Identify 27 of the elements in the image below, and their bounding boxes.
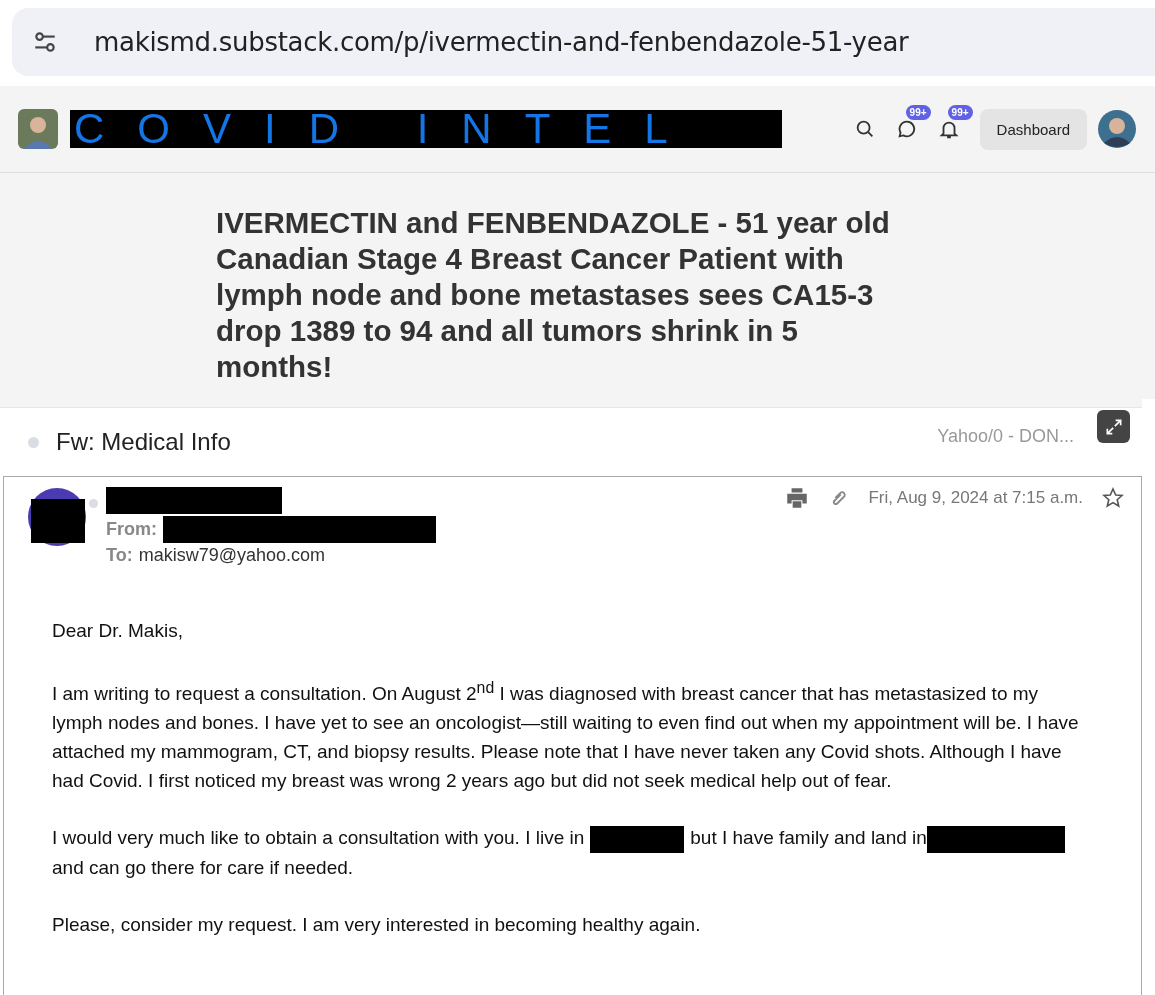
recipient-address: makisw79@yahoo.com <box>138 545 325 566</box>
expand-button[interactable] <box>1097 410 1130 443</box>
from-label: From: <box>106 519 157 540</box>
email-subject: Fw: Medical Info <box>56 428 231 456</box>
status-dot <box>89 499 98 508</box>
notification-badge: 99+ <box>947 105 973 120</box>
unread-dot <box>28 436 39 448</box>
site-settings-icon[interactable] <box>32 29 58 55</box>
email-date: Fri, Aug 9, 2024 at 7:15 a.m. <box>868 488 1083 508</box>
body-text: and can go there for care if needed. <box>52 856 354 878</box>
post-title: IVERMECTIN and FENBENDAZOLE - 51 year old Canadian Stage 4 Breast Cancer Patient with lymph node and bone metastases sees CA15-3 drop 1389 to 94 and all tumors shrink in 5 months! <box>216 205 891 385</box>
body-text: Please, consider my request. I am very interested in becoming healthy again. <box>52 913 701 935</box>
notification-badge: 99+ <box>905 105 931 120</box>
dashboard-button[interactable]: Dashboard <box>979 108 1087 150</box>
address-bar[interactable]: makismd.substack.com/p/ivermectin-and-fenbendazole-51-year <box>12 8 1155 76</box>
url-text: makismd.substack.com/p/ivermectin-and-fenbendazole-51-year <box>94 27 909 57</box>
logo[interactable]: COVID INTEL <box>70 110 782 148</box>
body-text: but I have family and land in <box>690 827 927 849</box>
to-label: To: <box>106 545 133 566</box>
user-avatar[interactable] <box>1097 109 1137 149</box>
chat-icon[interactable] <box>895 118 918 140</box>
folder-label: Yahoo/0 - DON... <box>937 425 1074 447</box>
body-text: I would very much like to obtain a consultation with you. I live in <box>52 827 585 849</box>
body-text: Dear Dr. Makis, <box>52 620 183 641</box>
body-text: I am writing to request a consultation. On August 2$^{nd}$ I was diagnosed with breast cancer that has metastasized to my lymph nodes and bones. I have yet to see an oncologist—still waiting to even find out when my appointment will be. I have attached my mammogram, CT, and biopsy results. Please note that I have never taken any Covid shots. Although I have had Covid. I first noticed my breast was wrong 2 years ago but did not seek medical help out of fear. <box>52 683 1079 792</box>
star-icon[interactable] <box>1101 486 1125 510</box>
redaction-bar <box>31 499 85 543</box>
